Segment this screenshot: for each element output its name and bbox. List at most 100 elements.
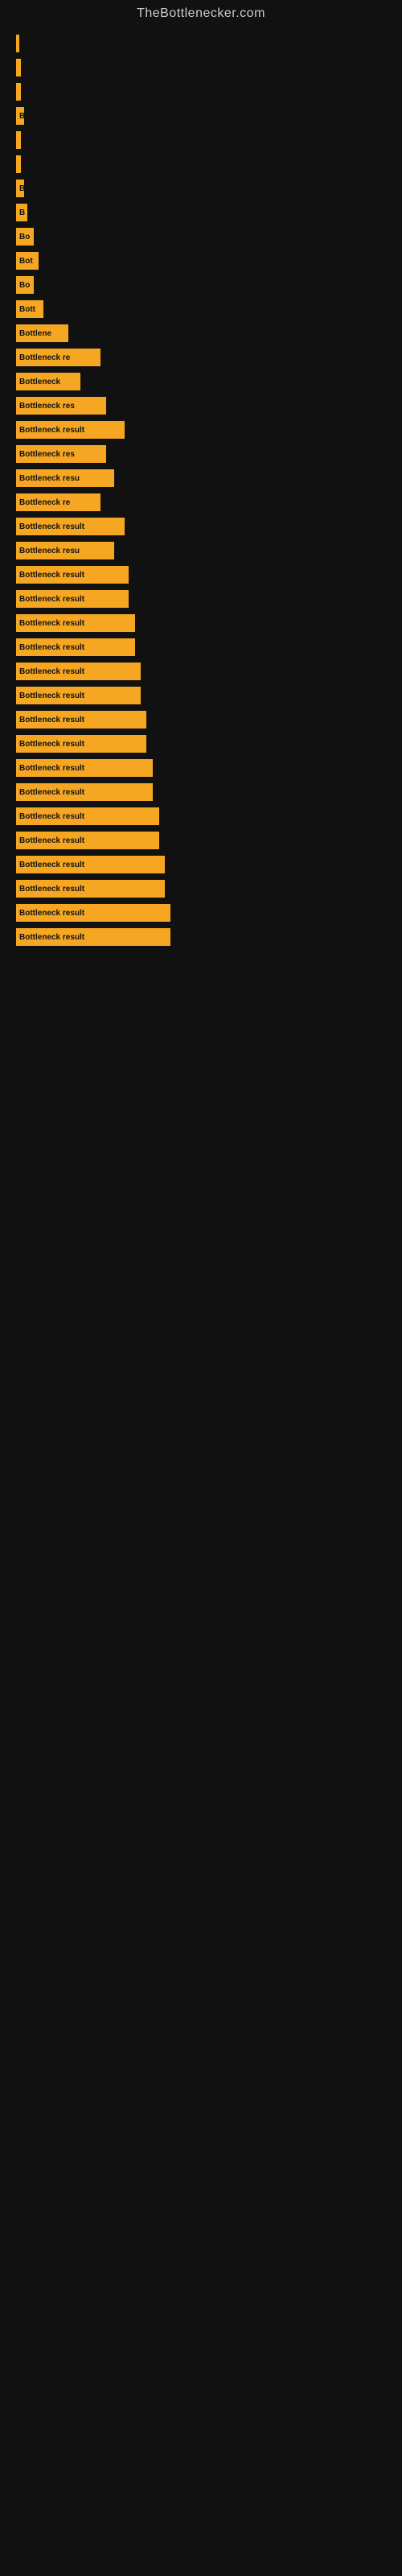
- bar-row: Bottleneck res: [16, 394, 386, 417]
- bar-row: Bottleneck result: [16, 419, 386, 441]
- bar-item: Bottleneck result: [16, 880, 165, 898]
- bar-label: Bottleneck result: [19, 522, 84, 531]
- bar-label: Bottleneck result: [19, 909, 84, 918]
- bar-item: Bo: [16, 276, 34, 294]
- bar-row: Bott: [16, 298, 386, 320]
- bar-item: [16, 155, 21, 173]
- bar-row: B: [16, 105, 386, 127]
- bar-item: Bottleneck result: [16, 421, 125, 439]
- bar-row: [16, 32, 386, 55]
- bar-label: Bottleneck result: [19, 619, 84, 628]
- bar-item: Bottleneck result: [16, 832, 159, 849]
- bar-label: Bottleneck re: [19, 353, 70, 362]
- bar-label: Bottleneck result: [19, 836, 84, 845]
- bar-label: Bottleneck result: [19, 885, 84, 894]
- bar-row: [16, 129, 386, 151]
- bar-row: Bottleneck result: [16, 588, 386, 610]
- bar-item: [16, 83, 21, 101]
- bar-item: Bottleneck re: [16, 493, 100, 511]
- bar-label: Bottleneck resu: [19, 474, 80, 483]
- bar-item: Bottlene: [16, 324, 68, 342]
- bar-label: Bottleneck re: [19, 498, 70, 507]
- bar-row: Bottleneck res: [16, 443, 386, 465]
- bar-label: Bottleneck resu: [19, 547, 80, 555]
- bar-label: Bottleneck result: [19, 740, 84, 749]
- bar-row: Bottleneck re: [16, 491, 386, 514]
- bars-container: B B B Bo Bot Bo Bott Bottlene Bottleneck re Bottl…: [0, 24, 402, 958]
- bar-item: [16, 131, 21, 149]
- bar-item: Bottleneck result: [16, 590, 129, 608]
- bar-row: Bottleneck result: [16, 829, 386, 852]
- bar-item: B: [16, 180, 24, 197]
- bar-item: Bot: [16, 252, 39, 270]
- bar-row: Bottleneck result: [16, 708, 386, 731]
- bar-row: Bot: [16, 250, 386, 272]
- bar-item: Bottleneck res: [16, 445, 106, 463]
- bar-label: Bottlene: [19, 329, 51, 338]
- bar-row: Bottleneck result: [16, 805, 386, 828]
- bar-row: Bottleneck result: [16, 660, 386, 683]
- bar-item: B: [16, 204, 27, 221]
- bar-label: Bottleneck result: [19, 426, 84, 435]
- bar-item: Bottleneck resu: [16, 469, 114, 487]
- bar-item: Bottleneck result: [16, 711, 146, 729]
- bar-row: Bottleneck result: [16, 612, 386, 634]
- bar-row: Bottleneck result: [16, 636, 386, 658]
- bar-row: Bottlene: [16, 322, 386, 345]
- bar-item: Bottleneck re: [16, 349, 100, 366]
- bar-label: Bot: [19, 257, 33, 266]
- bar-item: Bottleneck result: [16, 759, 153, 777]
- bar-item: Bottleneck result: [16, 904, 170, 922]
- bar-item: Bottleneck result: [16, 663, 141, 680]
- bar-label: Bottleneck result: [19, 764, 84, 773]
- bar-row: Bottleneck result: [16, 926, 386, 948]
- bar-label: Bottleneck result: [19, 595, 84, 604]
- bar-label: Bo: [19, 281, 30, 290]
- bar-item: Bottleneck result: [16, 518, 125, 535]
- bar-item: Bottleneck result: [16, 687, 141, 704]
- bar-item: Bottleneck result: [16, 856, 165, 873]
- bar-label: Bottleneck result: [19, 812, 84, 821]
- bar-row: Bottleneck result: [16, 757, 386, 779]
- bar-row: Bottleneck: [16, 370, 386, 393]
- bar-row: Bo: [16, 274, 386, 296]
- bar-item: [16, 35, 19, 52]
- bar-row: Bottleneck re: [16, 346, 386, 369]
- bar-row: B: [16, 177, 386, 200]
- bar-row: [16, 56, 386, 79]
- bar-label: Bottleneck result: [19, 788, 84, 797]
- bar-item: Bottleneck result: [16, 735, 146, 753]
- bar-item: Bott: [16, 300, 43, 318]
- bar-item: Bo: [16, 228, 34, 246]
- bar-label: Bottleneck result: [19, 691, 84, 700]
- site-title: TheBottlenecker.com: [0, 0, 402, 24]
- bar-row: Bottleneck result: [16, 684, 386, 707]
- bar-row: Bo: [16, 225, 386, 248]
- bar-row: Bottleneck result: [16, 781, 386, 803]
- bar-label: Bo: [19, 233, 30, 242]
- bar-item: Bottleneck result: [16, 928, 170, 946]
- bar-item: Bottleneck result: [16, 614, 135, 632]
- bar-row: Bottleneck result: [16, 853, 386, 876]
- bar-item: Bottleneck: [16, 373, 80, 390]
- bar-item: [16, 59, 21, 76]
- bar-row: B: [16, 201, 386, 224]
- bar-row: Bottleneck resu: [16, 467, 386, 489]
- bar-row: Bottleneck result: [16, 564, 386, 586]
- bar-label: Bottleneck result: [19, 571, 84, 580]
- bar-row: Bottleneck result: [16, 902, 386, 924]
- bar-row: Bottleneck resu: [16, 539, 386, 562]
- bar-label: Bott: [19, 305, 35, 314]
- bar-row: Bottleneck result: [16, 877, 386, 900]
- bar-row: Bottleneck result: [16, 733, 386, 755]
- bar-item: B: [16, 107, 24, 125]
- bar-label: Bottleneck result: [19, 861, 84, 869]
- bar-label: Bottleneck res: [19, 450, 75, 459]
- bar-label: B: [19, 112, 24, 121]
- bar-row: [16, 153, 386, 175]
- bar-label: Bottleneck result: [19, 716, 84, 724]
- bar-label: Bottleneck result: [19, 667, 84, 676]
- bar-label: Bottleneck res: [19, 402, 75, 411]
- bar-label: Bottleneck: [19, 378, 60, 386]
- bar-label: B: [19, 208, 25, 217]
